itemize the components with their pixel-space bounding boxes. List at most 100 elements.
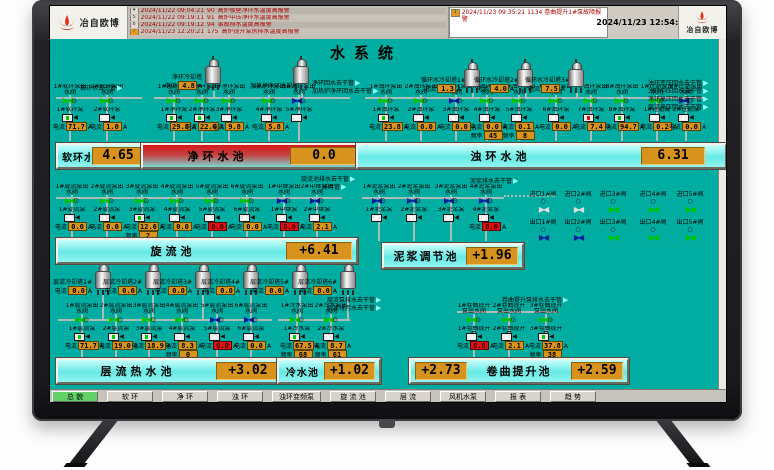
alarm-panel-right[interactable]: 1 2024/11/23 09:35:21 1134 卷曲提升1#泵故障报警 bbox=[449, 7, 608, 38]
alarm-row[interactable]: 4 2024/11/22 09:04:21 90 高炉板壁净环水温度高报警 bbox=[130, 8, 446, 14]
valve-unit[interactable]: 出口1#阀 ○ ▶◀ bbox=[525, 220, 561, 242]
motor-icon[interactable]: ◀ bbox=[469, 214, 503, 222]
valve-unit[interactable]: 出口2#阀 ○ ▶◀ bbox=[560, 220, 596, 242]
motor-icon[interactable]: ◀ bbox=[165, 333, 199, 341]
valve-icon[interactable]: ▶◀ bbox=[100, 96, 108, 105]
valve-unit[interactable]: 进口4#阀 ○ ▶◀ bbox=[635, 192, 671, 214]
cooling-tower[interactable]: 加热炉净环冷却塔 电流A bbox=[250, 56, 310, 90]
motor-icon[interactable]: ◀ bbox=[605, 114, 639, 122]
valve-icon[interactable]: ▶◀ bbox=[277, 196, 285, 205]
valve-icon[interactable]: ▶◀ bbox=[502, 315, 510, 324]
motor-icon[interactable]: ◀ bbox=[539, 114, 573, 122]
motor-icon[interactable]: ◀ bbox=[369, 114, 403, 122]
valve-icon[interactable]: ▶◀ bbox=[539, 315, 547, 324]
motor-icon[interactable]: ◀ bbox=[404, 114, 438, 122]
cooling-tower[interactable]: 层流冷却塔6# 电流0.0A bbox=[297, 261, 357, 295]
valve-icon[interactable]: ▶◀ bbox=[379, 96, 387, 105]
valve-unit[interactable]: 出口3#阀 ○ ▶◀ bbox=[595, 220, 631, 242]
valve-icon[interactable]: ▶◀ bbox=[292, 96, 300, 105]
valve-icon[interactable]: ▶◀ bbox=[574, 233, 582, 242]
motor-icon[interactable]: ◀ bbox=[574, 114, 608, 122]
motor-icon[interactable]: ◀ bbox=[55, 214, 89, 222]
valve-icon[interactable]: ▶◀ bbox=[175, 315, 183, 324]
valve-unit[interactable]: 出口4#阀 ○ ▶◀ bbox=[635, 220, 671, 242]
valve-icon[interactable]: ▶◀ bbox=[649, 205, 657, 214]
cooling-tower[interactable]: 循环水冷却塔3# 电流7.5A bbox=[525, 59, 585, 93]
valve-icon[interactable]: ▶◀ bbox=[584, 96, 592, 105]
valve-icon[interactable]: ▶◀ bbox=[574, 205, 582, 214]
motor-icon[interactable]: ◀ bbox=[90, 114, 124, 122]
valve-icon[interactable]: ▶◀ bbox=[290, 315, 298, 324]
valve-icon[interactable]: ▶◀ bbox=[615, 96, 623, 105]
valve-icon[interactable]: ▶◀ bbox=[467, 315, 475, 324]
motor-icon[interactable]: ◀ bbox=[314, 333, 348, 341]
alarm-row[interactable]: 7 2024/11/23 12:20:21 175 高炉提升泵房排水温度高报警 bbox=[130, 29, 446, 35]
valve-unit[interactable]: 进口5#阀 ○ ▶◀ bbox=[672, 192, 708, 214]
valve-icon[interactable]: ▶◀ bbox=[63, 96, 71, 105]
motor-icon[interactable]: ◀ bbox=[457, 333, 491, 341]
motor-icon[interactable]: ◀ bbox=[53, 114, 87, 122]
alarm-row[interactable]: 6 2024/11/22 09:19:12 94 事故排水温度高报警 bbox=[130, 22, 446, 28]
motor-icon[interactable]: ◀ bbox=[160, 214, 194, 222]
valve-icon[interactable]: ▶◀ bbox=[324, 315, 332, 324]
valve-icon[interactable]: ▶◀ bbox=[539, 233, 547, 242]
valve-icon[interactable]: ▶◀ bbox=[210, 315, 218, 324]
valve-icon[interactable]: ▶◀ bbox=[512, 96, 520, 105]
motor-icon[interactable]: ◀ bbox=[267, 214, 301, 222]
valve-icon[interactable]: ▶◀ bbox=[407, 196, 415, 205]
motor-icon[interactable]: ◀ bbox=[280, 333, 314, 341]
valve-unit[interactable]: 进口1#阀 ○ ▶◀ bbox=[525, 192, 561, 214]
nav-button[interactable]: 软 环 bbox=[107, 391, 153, 402]
nav-button[interactable]: 总 貌 bbox=[52, 391, 98, 402]
nav-button[interactable]: 旋 流 池 bbox=[330, 391, 376, 402]
motor-icon[interactable]: ◀ bbox=[65, 333, 99, 341]
nav-button[interactable]: 层 流 bbox=[385, 391, 431, 402]
motor-icon[interactable]: ◀ bbox=[492, 333, 526, 341]
valve-icon[interactable]: ▶◀ bbox=[167, 96, 175, 105]
motor-icon[interactable]: ◀ bbox=[397, 214, 431, 222]
cooling-tower[interactable]: 循环水冷却塔1# 电流1.3A bbox=[421, 59, 481, 93]
valve-unit[interactable]: 进口2#阀 ○ ▶◀ bbox=[560, 192, 596, 214]
nav-button[interactable]: 报 表 bbox=[495, 391, 541, 402]
motor-icon[interactable]: ◀ bbox=[282, 114, 316, 122]
valve-icon[interactable]: ▶◀ bbox=[142, 315, 150, 324]
nav-button[interactable]: 趋 势 bbox=[550, 391, 596, 402]
valve-icon[interactable]: ▶◀ bbox=[65, 196, 73, 205]
valve-icon[interactable]: ▶◀ bbox=[609, 205, 617, 214]
valve-icon[interactable]: ▶◀ bbox=[244, 315, 252, 324]
valve-icon[interactable]: ▶◀ bbox=[240, 196, 248, 205]
motor-icon[interactable]: ◀ bbox=[502, 114, 536, 122]
motor-icon[interactable]: ◀ bbox=[99, 333, 133, 341]
cooling-tower[interactable]: 净环冷却塔 电流4.8A bbox=[162, 56, 222, 90]
motor-icon[interactable]: ◀ bbox=[195, 214, 229, 222]
valve-icon[interactable]: ▶◀ bbox=[170, 196, 178, 205]
valve-icon[interactable]: ▶◀ bbox=[549, 96, 557, 105]
valve-icon[interactable]: ▶◀ bbox=[444, 196, 452, 205]
valve-icon[interactable]: ▶◀ bbox=[479, 196, 487, 205]
valve-icon[interactable]: ▶◀ bbox=[310, 196, 318, 205]
motor-icon[interactable]: ◀ bbox=[439, 114, 473, 122]
valve-icon[interactable]: ▶◀ bbox=[609, 233, 617, 242]
valve-icon[interactable]: ▶◀ bbox=[649, 233, 657, 242]
valve-icon[interactable]: ▶◀ bbox=[449, 96, 457, 105]
valve-icon[interactable]: ▶◀ bbox=[205, 196, 213, 205]
motor-icon[interactable]: ◀ bbox=[434, 214, 468, 222]
motor-icon[interactable]: ◀ bbox=[669, 114, 703, 122]
motor-icon[interactable]: ◀ bbox=[362, 214, 396, 222]
motor-icon[interactable]: ◀ bbox=[234, 333, 268, 341]
nav-button[interactable]: 净 环 bbox=[162, 391, 208, 402]
motor-icon[interactable]: ◀ bbox=[90, 214, 124, 222]
valve-icon[interactable]: ▶◀ bbox=[195, 96, 203, 105]
motor-icon[interactable]: ◀ bbox=[470, 114, 504, 122]
motor-icon[interactable]: ◀ bbox=[252, 114, 286, 122]
valve-icon[interactable]: ▶◀ bbox=[75, 315, 83, 324]
motor-icon[interactable]: ◀ bbox=[212, 114, 246, 122]
nav-button[interactable]: 风机水泵 bbox=[440, 391, 486, 402]
valve-icon[interactable]: ▶◀ bbox=[100, 196, 108, 205]
motor-icon[interactable]: ◀ bbox=[529, 333, 563, 341]
valve-icon[interactable]: ▶◀ bbox=[539, 205, 547, 214]
valve-icon[interactable]: ▶◀ bbox=[686, 233, 694, 242]
valve-icon[interactable]: ▶◀ bbox=[372, 196, 380, 205]
motor-icon[interactable]: ◀ bbox=[200, 333, 234, 341]
motor-icon[interactable]: ◀ bbox=[300, 214, 334, 222]
